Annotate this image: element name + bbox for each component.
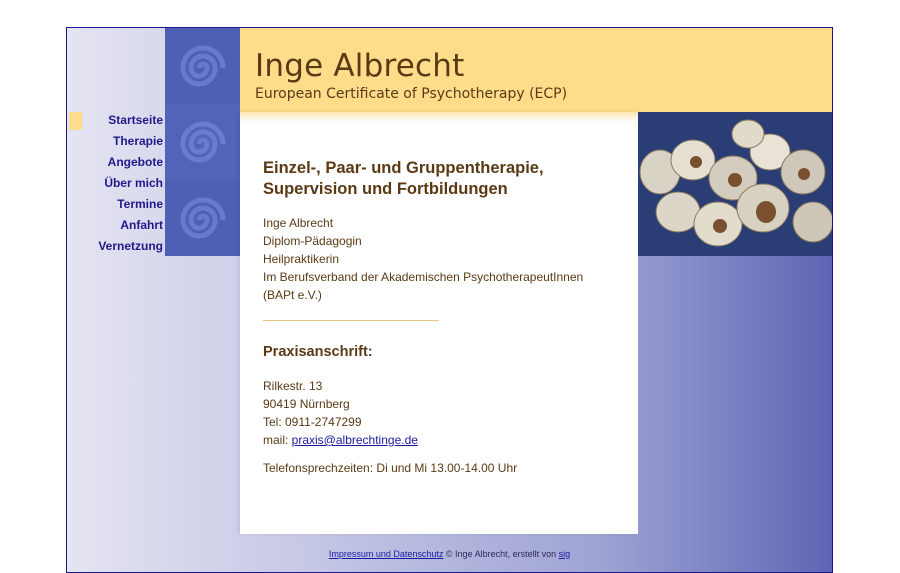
nav-item-ueber-mich[interactable]: Über mich xyxy=(67,175,163,196)
site-subtitle: European Certificate of Psychotherapy (E… xyxy=(255,86,568,102)
swirl-ornament-icon xyxy=(165,180,240,256)
headline-line: Einzel-, Paar- und Gruppentherapie, xyxy=(263,159,544,177)
content-body: Einzel-, Paar- und Gruppentherapie, Supe… xyxy=(263,158,623,477)
mail-prefix: mail: xyxy=(263,433,292,447)
site-footer: Impressum und Datenschutz © Inge Albrech… xyxy=(67,549,832,559)
snail-photo xyxy=(638,112,832,256)
divider xyxy=(263,320,439,321)
copyright-text: © Inge Albrecht, erstellt von xyxy=(443,549,559,559)
email-link[interactable]: praxis@albrechtinge.de xyxy=(292,433,418,447)
bio-line: Inge Albrecht xyxy=(263,216,334,230)
address-block: Rilkestr. 13 90419 Nürnberg Tel: 0911-27… xyxy=(263,377,623,449)
bio-line: Heilpraktikerin xyxy=(263,252,340,266)
page-headline: Einzel-, Paar- und Gruppentherapie, Supe… xyxy=(263,158,623,200)
imprint-link[interactable]: Impressum und Datenschutz xyxy=(329,549,444,559)
nav-item-termine[interactable]: Termine xyxy=(67,196,163,217)
phone-hours: Telefonsprechzeiten: Di und Mi 13.00-14.… xyxy=(263,461,518,475)
swirl-ornament-icon xyxy=(165,104,240,180)
headline-line: Supervision und Fortbildungen xyxy=(263,180,508,198)
page-frame: Inge Albrecht European Certificate of Ps… xyxy=(66,27,833,573)
mail-line: mail: praxis@albrechtinge.de xyxy=(263,431,623,449)
nav-item-angebote[interactable]: Angebote xyxy=(67,154,163,175)
swirl-column xyxy=(165,28,240,256)
main-navigation: Startseite Therapie Angebote Über mich T… xyxy=(67,112,163,259)
address-street: Rilkestr. 13 xyxy=(263,379,323,393)
bio-line: Diplom-Pädagogin xyxy=(263,234,362,248)
nav-item-vernetzung[interactable]: Vernetzung xyxy=(67,238,163,259)
site-title: Inge Albrecht xyxy=(255,48,465,84)
site-header: Inge Albrecht European Certificate of Ps… xyxy=(240,28,832,112)
bio-block: Inge Albrecht Diplom-Pädagogin Heilprakt… xyxy=(263,214,623,304)
phone-number: Tel: 0911-2747299 xyxy=(263,415,362,429)
address-heading: Praxisanschrift: xyxy=(263,344,373,360)
nav-item-therapie[interactable]: Therapie xyxy=(67,133,163,154)
author-link[interactable]: sig xyxy=(559,549,571,559)
bio-line: (BAPt e.V.) xyxy=(263,288,322,302)
address-city: 90419 Nürnberg xyxy=(263,397,350,411)
main-content: Einzel-, Paar- und Gruppentherapie, Supe… xyxy=(240,112,638,534)
nav-item-anfahrt[interactable]: Anfahrt xyxy=(67,217,163,238)
nav-item-startseite[interactable]: Startseite xyxy=(67,112,163,133)
swirl-ornament-icon xyxy=(165,28,240,104)
bio-line: Im Berufsverband der Akademischen Psycho… xyxy=(263,270,584,284)
snail-photo-icon xyxy=(638,112,832,256)
content-top-fade xyxy=(240,112,638,122)
